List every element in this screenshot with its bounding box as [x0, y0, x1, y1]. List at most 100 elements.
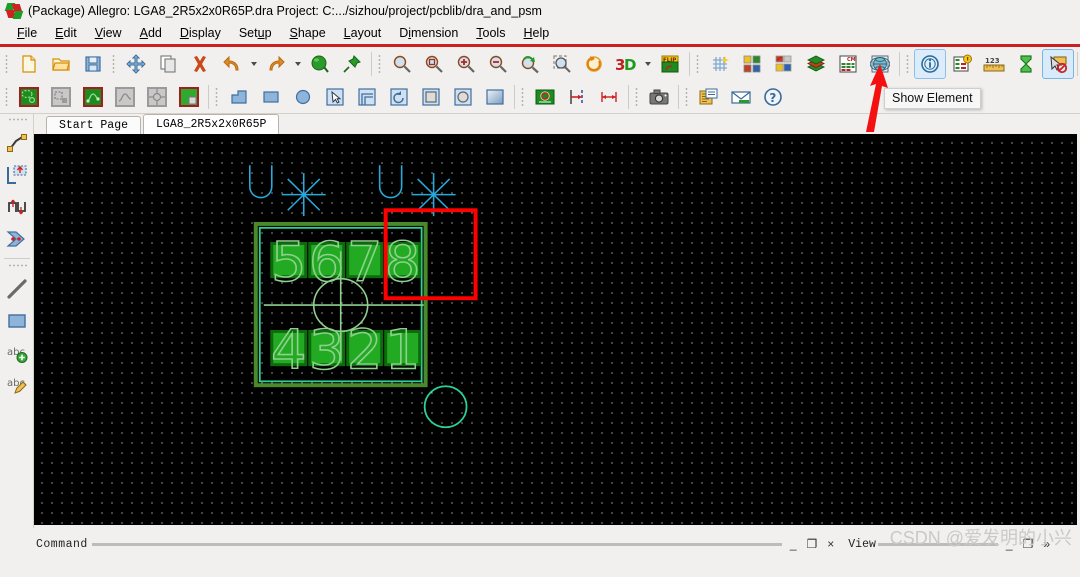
- help-button[interactable]: ?: [757, 82, 789, 112]
- toolbar-grip[interactable]: [520, 85, 527, 108]
- tab-lga8-package[interactable]: LGA8_2R5x2x0R65P: [143, 114, 280, 134]
- command-close-button[interactable]: ×: [827, 538, 834, 550]
- net-shape-button[interactable]: [77, 82, 109, 112]
- constraint-manager-button[interactable]: CM: [832, 49, 864, 79]
- toolbar-grip[interactable]: [684, 85, 691, 108]
- command-restore-button[interactable]: ❐: [807, 538, 818, 550]
- reports-button[interactable]: [693, 82, 725, 112]
- edit-text-button[interactable]: abc: [2, 369, 32, 401]
- pin-button[interactable]: [336, 49, 368, 79]
- toolbar-grip[interactable]: [214, 85, 221, 108]
- gradient-button[interactable]: [479, 82, 511, 112]
- add-text-button[interactable]: abc: [2, 337, 32, 369]
- toolbar-grip[interactable]: [111, 52, 118, 75]
- new-file-button[interactable]: [13, 49, 45, 79]
- snapshot-button[interactable]: [643, 82, 675, 112]
- flip-design-button[interactable]: FLIP: [654, 49, 686, 79]
- view-3d-button[interactable]: 3D: [610, 49, 642, 79]
- zoom-points-button[interactable]: [546, 49, 578, 79]
- filled-circle-button[interactable]: [447, 82, 479, 112]
- pad-label-5: 5: [271, 231, 307, 294]
- shape-add-button[interactable]: [13, 82, 45, 112]
- show-element-button[interactable]: [914, 48, 946, 79]
- menu-edit[interactable]: Edit: [46, 24, 86, 42]
- menu-file[interactable]: File: [8, 24, 46, 42]
- toolbar-grip[interactable]: [377, 52, 384, 75]
- menu-display[interactable]: Display: [171, 24, 230, 42]
- globe-button[interactable]: [864, 49, 896, 79]
- command-minimize-button[interactable]: _: [790, 538, 797, 550]
- color-visibility-button[interactable]: [736, 49, 768, 79]
- allegro-logo-icon: [4, 3, 24, 19]
- menu-layout[interactable]: Layout: [335, 24, 391, 42]
- left-toolbar-dock: abc abc: [0, 114, 34, 528]
- dimension-h-button[interactable]: [561, 82, 593, 112]
- menu-setup[interactable]: Setup: [230, 24, 281, 42]
- zoom-fit-button[interactable]: [386, 49, 418, 79]
- move-button[interactable]: [120, 49, 152, 79]
- window-title: (Package) Allegro: LGA8_2R5x2x0R65P.dra …: [28, 4, 542, 18]
- swap-pins-button[interactable]: [2, 191, 32, 223]
- view-3d-dropdown[interactable]: [642, 50, 654, 78]
- pin-number-labels: 5 6 7 8 4 3 2 1: [270, 230, 421, 383]
- toolbar-separator: [371, 51, 372, 76]
- nested-shape-button[interactable]: [351, 82, 383, 112]
- filled-rect-button[interactable]: [415, 82, 447, 112]
- plane-button[interactable]: [109, 82, 141, 112]
- menu-tools[interactable]: Tools: [467, 24, 514, 42]
- shape-fill-button[interactable]: [173, 82, 205, 112]
- add-rect-button[interactable]: [2, 305, 32, 337]
- subclass-button[interactable]: [768, 49, 800, 79]
- toolbar-grip[interactable]: [695, 52, 702, 75]
- mail-button[interactable]: [725, 82, 757, 112]
- route-button[interactable]: [2, 223, 32, 255]
- refresh-button[interactable]: [578, 49, 610, 79]
- measure-button[interactable]: 123: [978, 49, 1010, 79]
- copy-button[interactable]: [152, 49, 184, 79]
- zoom-in-window-button[interactable]: [418, 49, 450, 79]
- save-button[interactable]: [77, 49, 109, 79]
- toolbar-grip[interactable]: [4, 52, 11, 75]
- delete-button[interactable]: [184, 49, 216, 79]
- open-file-button[interactable]: [45, 49, 77, 79]
- padstack-button[interactable]: [529, 82, 561, 112]
- color-button[interactable]: [304, 49, 336, 79]
- zoom-out-button[interactable]: [482, 49, 514, 79]
- circle-button[interactable]: [287, 82, 319, 112]
- left-dock-grip[interactable]: [6, 117, 27, 124]
- toolbar-grip[interactable]: [634, 85, 641, 108]
- toolbar-grip[interactable]: [905, 52, 912, 75]
- tab-start-page[interactable]: Start Page: [46, 116, 142, 134]
- undo-button[interactable]: [216, 49, 248, 79]
- pad-label-8: 8: [385, 231, 421, 294]
- show-no-select-button[interactable]: [1042, 48, 1074, 79]
- zoom-previous-button[interactable]: [514, 49, 546, 79]
- timing-button[interactable]: [1010, 49, 1042, 79]
- dimension-w-button[interactable]: [593, 82, 625, 112]
- show-measure-button[interactable]: [946, 49, 978, 79]
- menu-shape[interactable]: Shape: [281, 24, 335, 42]
- line-polygon-button[interactable]: [223, 82, 255, 112]
- toolbar-grip[interactable]: [4, 85, 11, 108]
- layers-button[interactable]: [800, 49, 832, 79]
- shape-edit-button[interactable]: [45, 82, 77, 112]
- left-dock-grip[interactable]: [6, 263, 27, 270]
- undo-dropdown[interactable]: [248, 50, 260, 78]
- menu-add[interactable]: Add: [131, 24, 171, 42]
- select-shape-button[interactable]: [319, 82, 351, 112]
- rotate-button[interactable]: [383, 82, 415, 112]
- menu-dimension[interactable]: Dimension: [390, 24, 467, 42]
- zoom-in-button[interactable]: [450, 49, 482, 79]
- menu-bar: File Edit View Add Display Setup Shape L…: [0, 22, 1080, 44]
- grid-toggle-button[interactable]: [704, 49, 736, 79]
- redo-button[interactable]: [260, 49, 292, 79]
- rectangle-button[interactable]: [255, 82, 287, 112]
- thermal-button[interactable]: [141, 82, 173, 112]
- add-connect-button[interactable]: [2, 127, 32, 159]
- pcb-design-canvas[interactable]: 5 6 7 8 4 3 2 1: [34, 134, 1077, 525]
- menu-help[interactable]: Help: [514, 24, 558, 42]
- add-line-button[interactable]: [2, 273, 32, 305]
- place-manual-button[interactable]: [2, 159, 32, 191]
- redo-dropdown[interactable]: [292, 50, 304, 78]
- menu-view[interactable]: View: [86, 24, 131, 42]
